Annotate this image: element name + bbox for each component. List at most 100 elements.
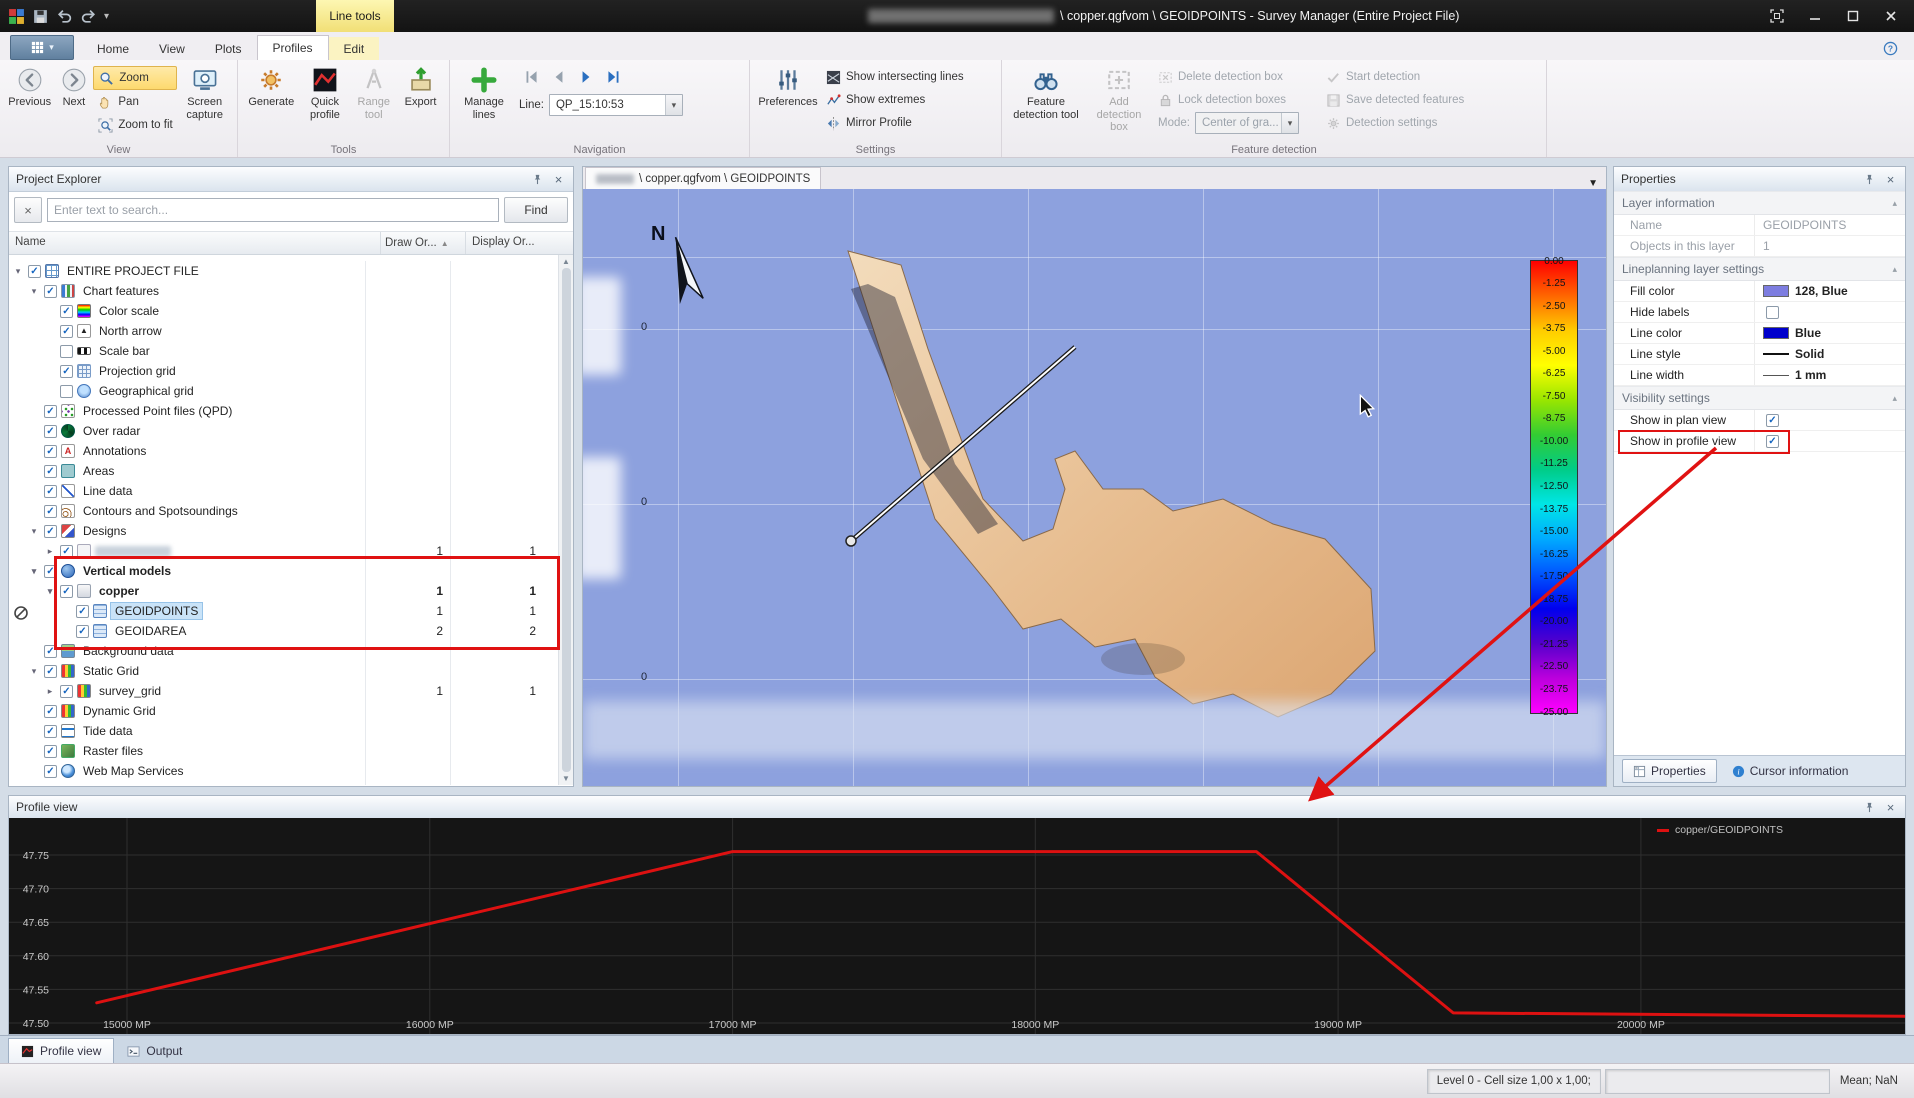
property-row[interactable]: NameGEOIDPOINTS [1614,215,1905,236]
delete-detection-box-button[interactable]: Delete detection box [1153,66,1321,88]
tree-row[interactable]: ✓Contours and Spotsoundings [9,501,558,521]
property-row[interactable]: Line colorBlue [1614,323,1905,344]
tree-item-checkbox[interactable]: ✓ [44,565,57,578]
map-document-tab[interactable]: \ copper.qgfvom \ GEOIDPOINTS [585,167,821,189]
tree-item-checkbox[interactable]: ✓ [44,705,57,718]
property-section-header[interactable]: Visibility settings▴ [1614,386,1905,410]
property-checkbox[interactable]: ✓ [1766,435,1779,448]
tree-item-checkbox[interactable]: ✓ [44,665,57,678]
tree-row[interactable]: Geographical grid [9,381,558,401]
tree-row[interactable]: ▾✓Static Grid [9,661,558,681]
tree-row[interactable]: ▾✓Designs [9,521,558,541]
tree-row[interactable]: ✓Raster files [9,741,558,761]
generate-button[interactable]: Generate [243,63,300,139]
scrollbar-thumb[interactable] [562,268,571,772]
property-row[interactable]: Fill color128, Blue [1614,281,1905,302]
collapse-toggle[interactable]: ▾ [27,286,41,297]
tree-item-checkbox[interactable]: ✓ [44,645,57,658]
tree-item-checkbox[interactable]: ✓ [44,765,57,778]
tree-row[interactable]: Scale bar [9,341,558,361]
fit-screen-icon[interactable] [1762,5,1792,27]
previous-line-button[interactable] [550,69,568,85]
collapse-toggle[interactable]: ▾ [27,526,41,537]
pan-button[interactable]: Pan [93,91,177,113]
tree-row[interactable]: ✓GEOIDAREA22 [9,621,558,641]
minimize-button[interactable] [1800,5,1830,27]
tree-item-checkbox[interactable]: ✓ [44,425,57,438]
column-name[interactable]: Name [9,232,381,254]
tree-item-checkbox[interactable]: ✓ [60,685,73,698]
tree-row[interactable]: ✓Background data [9,641,558,661]
tree-item-checkbox[interactable]: ✓ [44,745,57,758]
tree-row[interactable]: ✓Over radar [9,421,558,441]
redo-icon[interactable] [80,8,97,25]
tab-profiles[interactable]: Profiles [257,35,329,60]
show-intersecting-lines-button[interactable]: Show intersecting lines [821,66,989,88]
tree-row[interactable]: ✓Color scale [9,301,558,321]
search-input[interactable] [47,198,499,222]
detection-settings-button[interactable]: Detection settings [1321,112,1491,134]
property-row[interactable]: Show in profile view✓ [1614,431,1905,452]
close-button[interactable] [1876,5,1906,27]
pin-icon[interactable] [530,172,545,187]
property-checkbox[interactable]: ✓ [1766,414,1779,427]
tab-properties[interactable]: Properties [1622,759,1717,783]
add-detection-box-button[interactable]: Add detection box [1085,63,1153,139]
show-extremes-button[interactable]: Show extremes [821,89,989,111]
tree-item-checkbox[interactable]: ✓ [44,285,57,298]
tree-item-checkbox[interactable]: ✓ [60,365,73,378]
quick-profile-button[interactable]: Quick profile [300,63,351,139]
tab-home[interactable]: Home [82,37,144,60]
tree-item-checkbox[interactable]: ✓ [44,525,57,538]
column-display-order[interactable]: Display Or... [466,232,573,254]
tree-scrollbar[interactable]: ▲ ▼ [558,255,573,785]
scroll-down-icon[interactable]: ▼ [562,774,570,783]
tab-profile-view[interactable]: Profile view [8,1038,114,1063]
range-tool-button[interactable]: Range tool [350,63,397,139]
pin-icon[interactable] [1862,172,1877,187]
first-line-button[interactable] [523,69,541,85]
expand-toggle[interactable]: ▸ [43,546,57,557]
find-button[interactable]: Find [504,197,568,223]
tree-item-checkbox[interactable]: ✓ [44,485,57,498]
zoom-button[interactable]: Zoom [93,66,177,90]
tree-item-checkbox[interactable]: ✓ [60,585,73,598]
scroll-up-icon[interactable]: ▲ [562,257,570,266]
tree-row[interactable]: ▾✓ENTIRE PROJECT FILE [9,261,558,281]
tree-item-checkbox[interactable]: ✓ [44,405,57,418]
tree-item-checkbox[interactable]: ✓ [60,545,73,558]
tree-row[interactable]: ▸✓11 [9,541,558,561]
preferences-button[interactable]: Preferences [755,63,821,139]
tree-row[interactable]: ✓GEOIDPOINTS11 [9,601,558,621]
tree-item-checkbox[interactable]: ✓ [60,325,73,338]
tree-row[interactable]: ✓Tide data [9,721,558,741]
tree-item-checkbox[interactable]: ✓ [44,505,57,518]
tree-item-checkbox[interactable]: ✓ [44,465,57,478]
profile-line-start-handle[interactable] [846,536,856,546]
collapse-toggle[interactable]: ▾ [27,566,41,577]
tree-row[interactable]: ✓North arrow [9,321,558,341]
tree-row[interactable]: ▾✓copper11 [9,581,558,601]
tab-output[interactable]: Output [114,1038,195,1063]
tree-row[interactable]: ✓Web Map Services [9,761,558,781]
line-select[interactable]: QP_15:10:53 ▾ [549,94,683,116]
tree-item-checkbox[interactable] [60,345,73,358]
next-line-button[interactable] [577,69,595,85]
tree-row[interactable]: ▸✓survey_grid11 [9,681,558,701]
property-row[interactable]: Show in plan view✓ [1614,410,1905,431]
tree-row[interactable]: ▾✓Chart features [9,281,558,301]
close-icon[interactable]: × [551,172,566,187]
property-row[interactable]: Line width1 mm [1614,365,1905,386]
property-row[interactable]: Hide labels [1614,302,1905,323]
tab-list-caret-icon[interactable]: ▼ [1588,178,1598,189]
manage-lines-button[interactable]: Manage lines [455,63,513,139]
next-button[interactable]: Next [54,63,93,139]
tree-row[interactable]: ✓Projection grid [9,361,558,381]
tab-edit[interactable]: Edit [329,37,380,60]
close-icon[interactable]: × [1883,800,1898,815]
property-section-header[interactable]: Lineplanning layer settings▴ [1614,257,1905,281]
profile-chart[interactable]: 47.7547.7047.6547.6047.5547.5015000 MP16… [9,818,1905,1034]
tab-cursor-information[interactable]: i Cursor information [1721,759,1860,783]
chevron-down-icon[interactable]: ▾ [665,95,682,115]
start-detection-button[interactable]: Start detection [1321,66,1491,88]
